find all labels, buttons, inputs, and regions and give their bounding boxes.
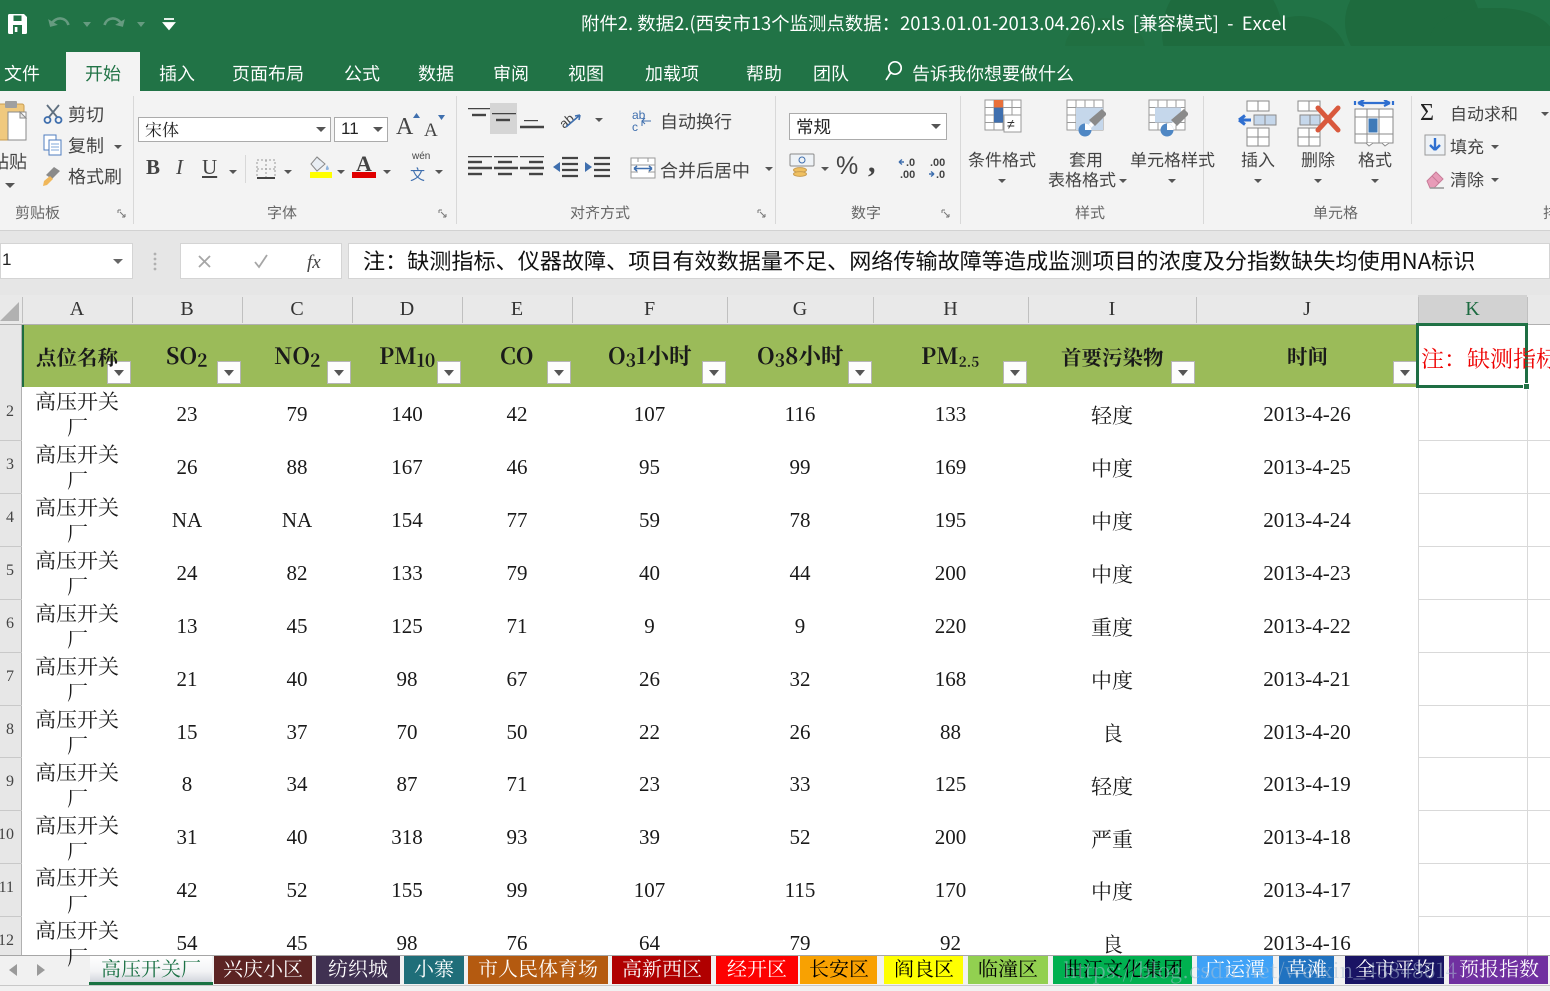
svg-text:.00: .00 xyxy=(930,157,945,169)
svg-text:fx: fx xyxy=(307,252,321,272)
svg-text:.0: .0 xyxy=(936,169,945,181)
svg-text:c: c xyxy=(632,120,638,134)
svg-text:A: A xyxy=(424,120,438,141)
svg-text:≠: ≠ xyxy=(1007,116,1015,132)
svg-text:A: A xyxy=(396,114,414,140)
svg-text:.00: .00 xyxy=(900,169,915,181)
svg-text:.0: .0 xyxy=(906,157,915,169)
